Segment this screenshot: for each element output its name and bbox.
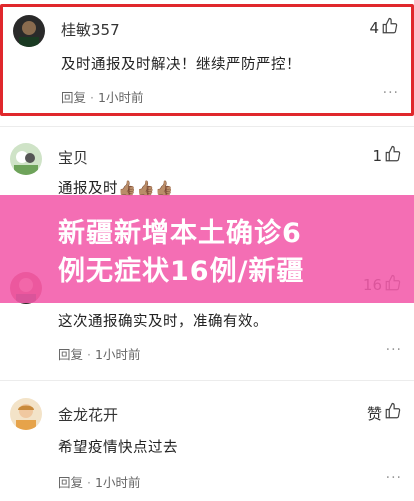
comment-meta: 回复 · 1小时前	[58, 344, 140, 363]
avatar[interactable]	[13, 15, 45, 47]
divider	[0, 126, 414, 127]
separator-dot: ·	[87, 475, 91, 490]
comment-text: 希望疫情快点过去	[58, 440, 178, 456]
username[interactable]: 金龙花开	[58, 404, 118, 425]
more-icon[interactable]: ···	[383, 85, 399, 101]
timestamp: 1小时前	[95, 347, 141, 362]
headline-banner[interactable]: 新疆新增本土确诊6 例无症状16例/新疆	[0, 195, 414, 303]
like-count: 1	[372, 147, 382, 165]
more-icon[interactable]: ···	[386, 342, 402, 358]
separator-dot: ·	[90, 90, 94, 105]
reply-link[interactable]: 回复	[58, 347, 83, 362]
comment-meta: 回复 · 1小时前	[61, 87, 143, 106]
reply-link[interactable]: 回复	[61, 90, 86, 105]
reply-link[interactable]: 回复	[58, 475, 83, 490]
like-button[interactable]: 赞	[367, 402, 402, 424]
username[interactable]: 宝贝	[58, 147, 88, 168]
divider	[0, 380, 414, 381]
avatar[interactable]	[10, 398, 42, 430]
thumbs-up-icon	[384, 402, 402, 424]
comment-meta: 回复 · 1小时前	[58, 472, 140, 491]
like-count: 4	[369, 19, 379, 37]
timestamp: 1小时前	[98, 90, 144, 105]
more-icon[interactable]: ···	[386, 470, 402, 486]
timestamp: 1小时前	[95, 475, 141, 490]
thumbs-up-icon	[381, 17, 399, 39]
like-button[interactable]: 1	[372, 145, 402, 167]
comment-text: 这次通报确实及时，准确有效。	[58, 314, 268, 330]
like-label: 赞	[366, 404, 382, 423]
like-button[interactable]: 4	[369, 17, 399, 39]
separator-dot: ·	[87, 347, 91, 362]
headline-line-1: 新疆新增本土确诊6	[58, 218, 302, 249]
comment-card-highlighted: 桂敏357 4 及时通报及时解决！继续严防严控！ 回复 · 1小时前 ···	[0, 4, 414, 116]
headline-line-2: 例无症状16例/新疆	[58, 256, 305, 287]
headline-text: 新疆新增本土确诊6 例无症状16例/新疆	[58, 215, 358, 291]
avatar[interactable]	[10, 143, 42, 175]
comment-text: 及时通报及时解决！继续严防严控！	[61, 57, 301, 73]
username[interactable]: 桂敏357	[61, 19, 120, 40]
comment-card: 金龙花开 赞 希望疫情快点过去 回复 · 1小时前 ···	[0, 392, 414, 501]
thumbs-up-icon	[384, 145, 402, 167]
